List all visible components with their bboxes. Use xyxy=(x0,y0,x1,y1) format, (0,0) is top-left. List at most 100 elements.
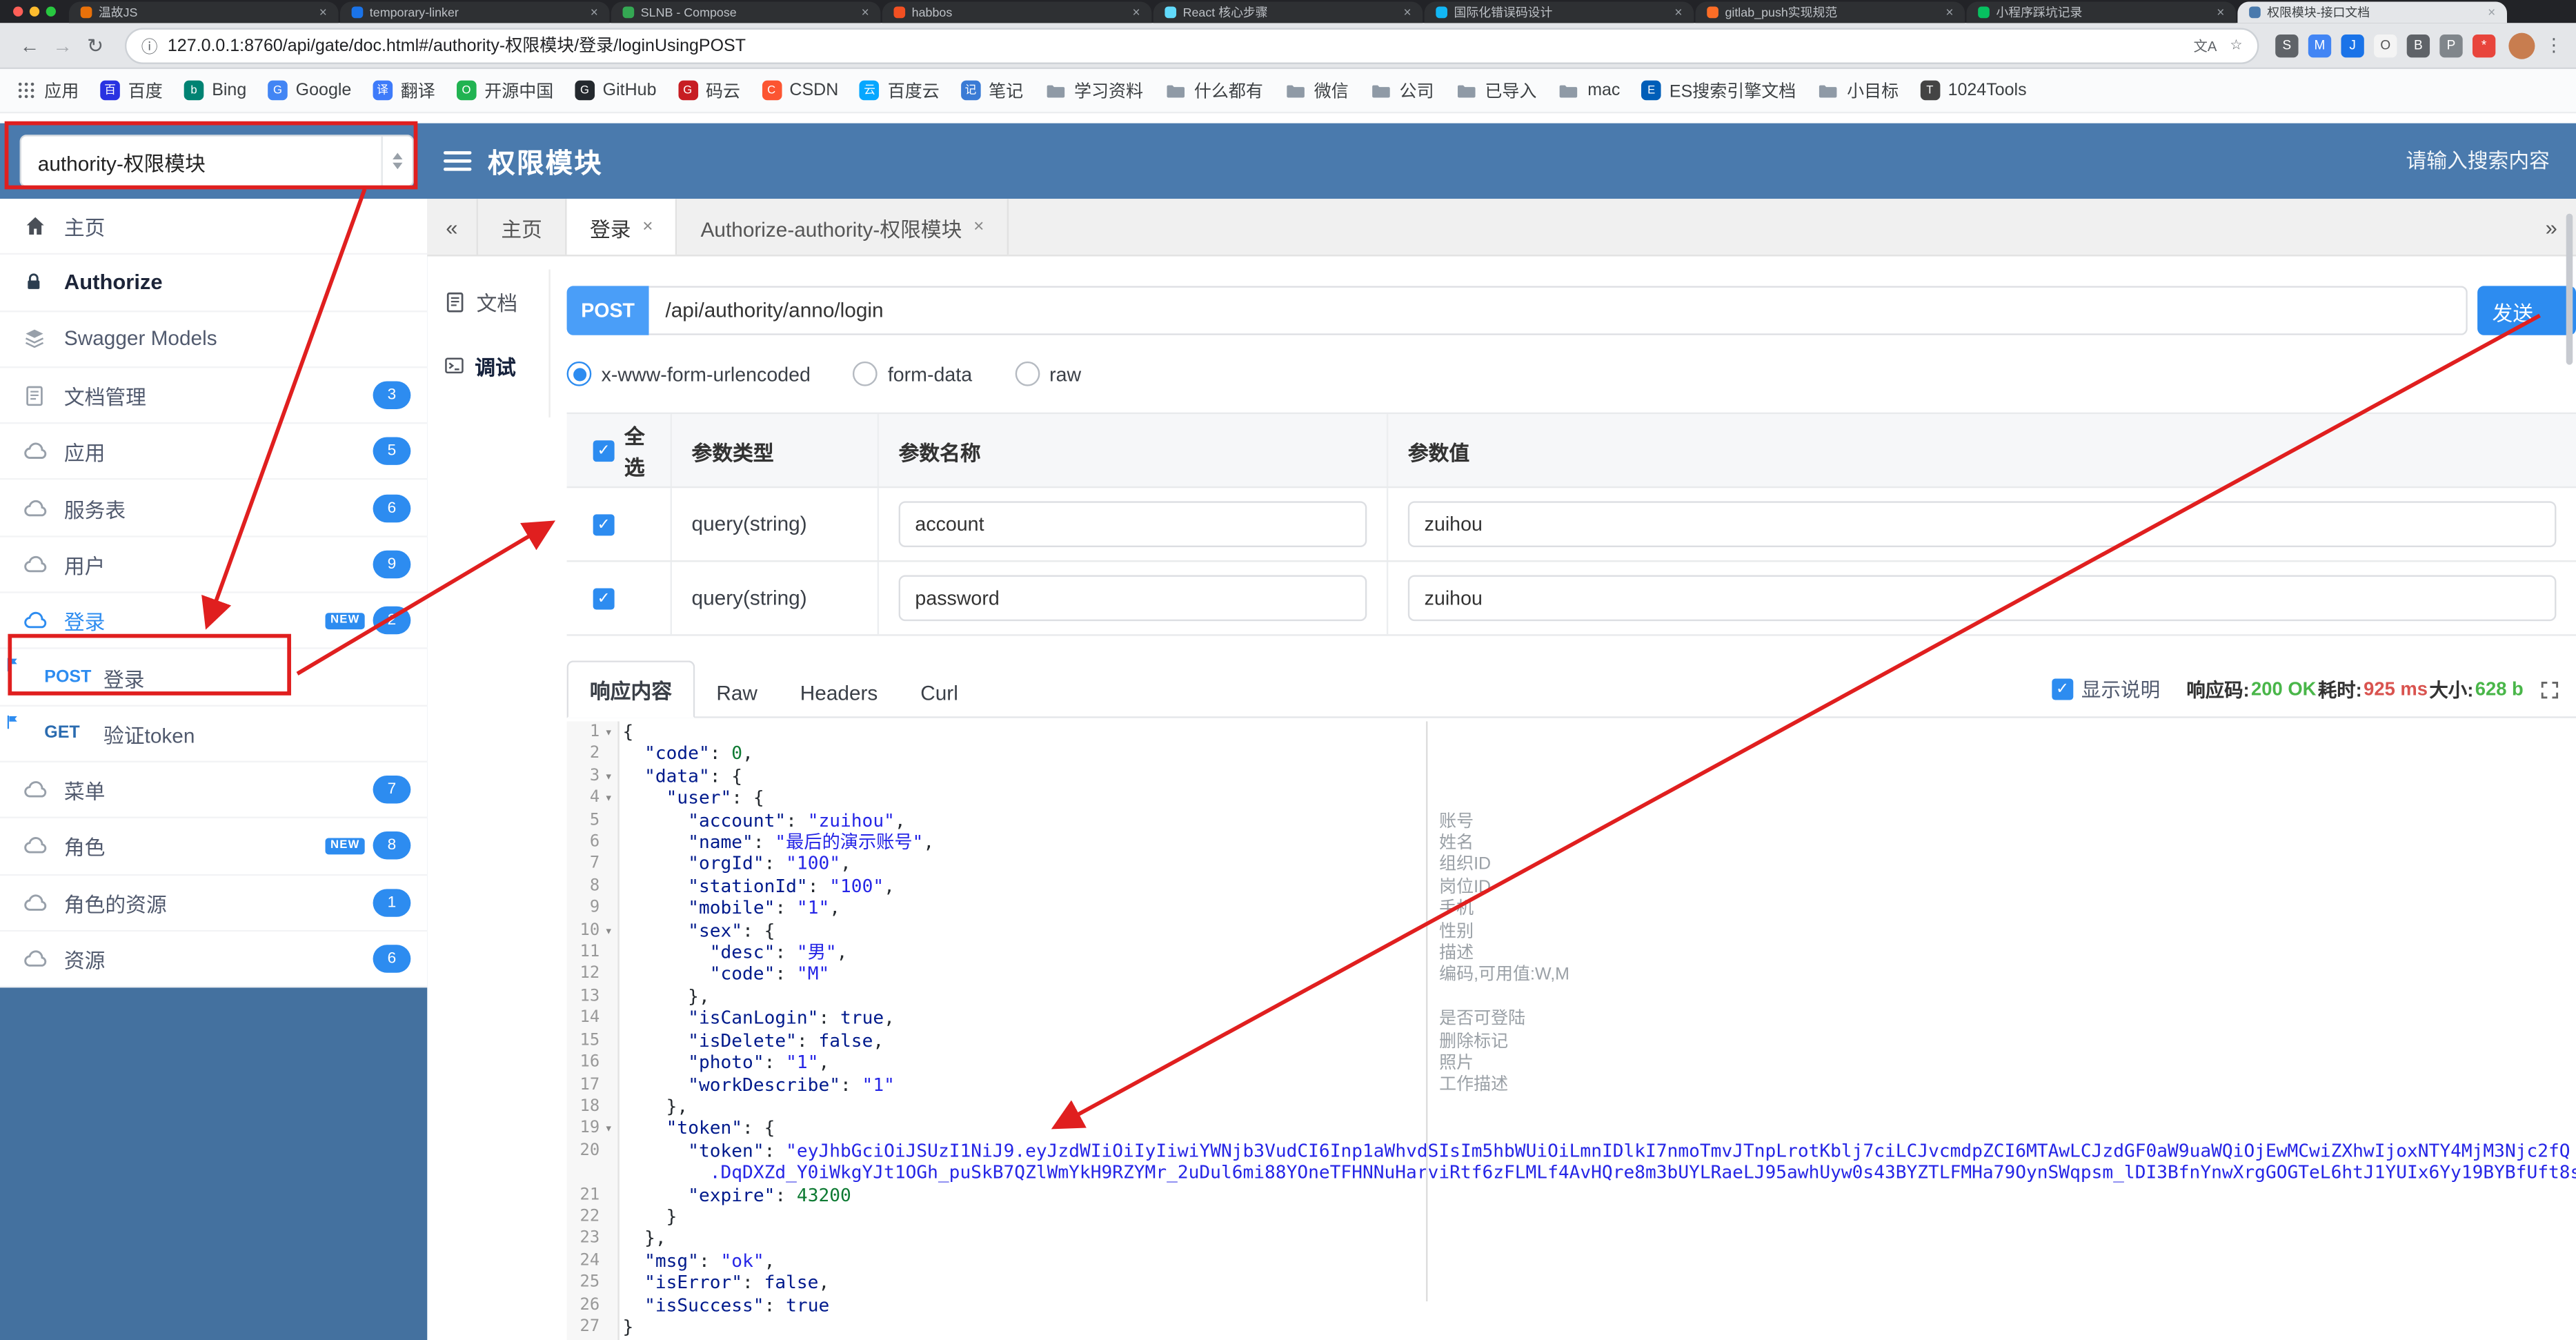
content-type-option[interactable]: x-www-form-urlencoded xyxy=(566,361,811,386)
bookmark-item[interactable]: E ES搜索引擎文档 xyxy=(1641,78,1796,103)
tab-close-icon[interactable]: × xyxy=(319,5,327,19)
fold-icon[interactable]: ▾ xyxy=(600,787,617,809)
tab-close-icon[interactable]: × xyxy=(1945,5,1953,19)
tab-close-icon[interactable]: × xyxy=(2217,5,2224,19)
browser-tab[interactable]: 小程序踩坑记录 × xyxy=(1966,1,2237,23)
param-name-input[interactable] xyxy=(898,575,1367,622)
tab-close-icon[interactable]: × xyxy=(862,5,869,19)
module-select[interactable]: authority-权限模块 xyxy=(19,135,415,188)
bookmark-item[interactable]: 百百度 xyxy=(100,78,163,103)
bookmark-item[interactable]: G 码云 xyxy=(677,78,740,103)
param-name-input[interactable] xyxy=(898,501,1367,547)
bookmark-item[interactable]: mac xyxy=(1558,79,1620,101)
request-url-input[interactable] xyxy=(648,286,2468,335)
bookmark-item[interactable]: C CSDN xyxy=(761,80,838,101)
sidebar-item[interactable]: 服务表 6 xyxy=(0,480,428,538)
bookmark-item[interactable]: O 开源中国 xyxy=(456,78,553,103)
sidebar-item[interactable]: 角色的资源 1 xyxy=(0,875,428,932)
browser-tab[interactable]: temporary-linker × xyxy=(339,1,610,23)
checkbox-icon[interactable]: ✓ xyxy=(593,587,615,609)
tab-close-icon[interactable]: × xyxy=(591,5,598,19)
sidebar-item[interactable]: 文档管理 3 xyxy=(0,368,428,424)
window-controls[interactable] xyxy=(13,6,56,17)
sidebar-item[interactable]: 用户 9 xyxy=(0,537,428,593)
extension-icon[interactable]: O xyxy=(2374,33,2397,57)
bookmark-item[interactable]: 译翻译 xyxy=(373,78,435,103)
tab-close-icon[interactable]: × xyxy=(2488,5,2495,19)
bookmark-star-icon[interactable]: ☆ xyxy=(2230,36,2242,54)
content-type-option[interactable]: form-data xyxy=(853,361,972,386)
sidebar-item[interactable]: 登录 NEW 2 xyxy=(0,593,428,650)
sidebar-item[interactable]: Authorize xyxy=(0,255,428,312)
response-tab[interactable]: 响应内容 xyxy=(566,660,695,718)
bookmark-item[interactable]: T 1024Tools xyxy=(1920,80,2027,101)
browser-tab[interactable]: 温故JS × xyxy=(69,1,339,23)
close-tab-icon[interactable]: × xyxy=(642,217,653,237)
rail-tab-debug[interactable]: 调试 xyxy=(427,333,548,397)
sidebar-item[interactable]: 应用 5 xyxy=(0,424,428,481)
response-tab[interactable]: Curl xyxy=(899,671,980,717)
reload-button[interactable]: ↻ xyxy=(79,34,112,57)
bookmark-item[interactable]: G Google xyxy=(268,80,351,101)
rail-tab-doc[interactable]: 文档 xyxy=(427,270,548,334)
extension-icon[interactable]: B xyxy=(2406,33,2430,57)
site-info-icon[interactable]: ⓘ xyxy=(141,33,158,57)
doc-tab[interactable]: 主页 xyxy=(476,199,567,255)
sidebar-item[interactable]: Swagger Models xyxy=(0,311,428,368)
fold-icon[interactable]: ▾ xyxy=(600,920,617,942)
bookmark-item[interactable]: 应用 xyxy=(17,78,79,103)
checkbox-icon[interactable]: ✓ xyxy=(593,440,615,461)
bookmark-item[interactable]: 已导入 xyxy=(1455,78,1536,103)
maximize-window-icon[interactable] xyxy=(46,6,56,17)
extension-icon[interactable]: P xyxy=(2439,33,2463,57)
sidebar-item[interactable]: 菜单 7 xyxy=(0,762,428,819)
bookmark-item[interactable]: 云百度云 xyxy=(860,78,940,103)
browser-tab[interactable]: React 核心步骤 × xyxy=(1153,1,1423,23)
response-tab[interactable]: Raw xyxy=(695,671,778,717)
response-tab[interactable]: Headers xyxy=(779,671,899,717)
sidebar-api-item[interactable]: POST 登录 xyxy=(0,649,428,707)
bookmark-item[interactable]: 学习资料 xyxy=(1044,78,1143,103)
bookmark-item[interactable]: 记笔记 xyxy=(960,78,1023,103)
collapse-sidebar-icon[interactable]: « xyxy=(427,199,476,255)
send-button[interactable]: 发送 xyxy=(2477,286,2576,335)
bookmark-item[interactable]: 公司 xyxy=(1370,78,1434,103)
content-type-option[interactable]: raw xyxy=(1015,361,1081,386)
header-search-input[interactable] xyxy=(2299,148,2553,175)
json-viewer[interactable]: 1 ▾{2 "code": 0, 3 ▾ "data": {4 ▾ "user": {5… xyxy=(566,721,2576,1340)
sidebar-item[interactable]: 角色 NEW 8 xyxy=(0,818,428,876)
sidebar-item[interactable]: 资源 6 xyxy=(0,931,428,988)
browser-tab[interactable]: habbos × xyxy=(882,1,1152,23)
bookmark-item[interactable]: 什么都有 xyxy=(1165,78,1263,103)
sidebar-api-item[interactable]: GET 验证token xyxy=(0,706,428,762)
param-value-input[interactable] xyxy=(1407,575,2557,622)
browser-tab[interactable]: gitlab_push实现规范 × xyxy=(1695,1,1965,23)
address-bar[interactable]: ⓘ 127.0.0.1:8760/api/gate/doc.html#/auth… xyxy=(124,27,2259,63)
extension-icon[interactable]: S xyxy=(2275,33,2299,57)
extension-icon[interactable]: M xyxy=(2308,33,2332,57)
tab-close-icon[interactable]: × xyxy=(1133,5,1140,19)
browser-tab[interactable]: 权限模块-接口文档 × xyxy=(2237,1,2507,23)
tab-close-icon[interactable]: × xyxy=(1674,5,1682,19)
close-window-icon[interactable] xyxy=(13,6,23,17)
show-description-toggle[interactable]: ✓ 显示说明 xyxy=(2052,676,2160,703)
doc-tab[interactable]: Authorize-authority-权限模块 × xyxy=(677,199,1009,255)
extension-icon[interactable]: * xyxy=(2472,33,2496,57)
tab-close-icon[interactable]: × xyxy=(1403,5,1411,19)
bookmark-item[interactable]: 微信 xyxy=(1285,78,1349,103)
menu-toggle-icon[interactable] xyxy=(443,151,472,171)
doc-tab[interactable]: 登录 × xyxy=(566,199,678,255)
bookmark-item[interactable]: b Bing xyxy=(184,80,246,101)
back-button[interactable]: ← xyxy=(13,34,46,57)
forward-button[interactable]: → xyxy=(46,34,79,57)
scrollbar-thumb[interactable] xyxy=(2566,213,2573,365)
checkbox-icon[interactable]: ✓ xyxy=(593,513,615,535)
fold-icon[interactable]: ▾ xyxy=(600,1118,617,1140)
bookmark-item[interactable]: G GitHub xyxy=(575,80,657,101)
browser-menu-icon[interactable]: ⋮ xyxy=(2545,35,2563,56)
close-tab-icon[interactable]: × xyxy=(973,217,984,237)
fold-icon[interactable]: ▾ xyxy=(600,765,617,787)
minimize-window-icon[interactable] xyxy=(29,6,40,17)
browser-tab[interactable]: SLNB - Compose × xyxy=(611,1,881,23)
extension-icon[interactable]: J xyxy=(2341,33,2364,57)
